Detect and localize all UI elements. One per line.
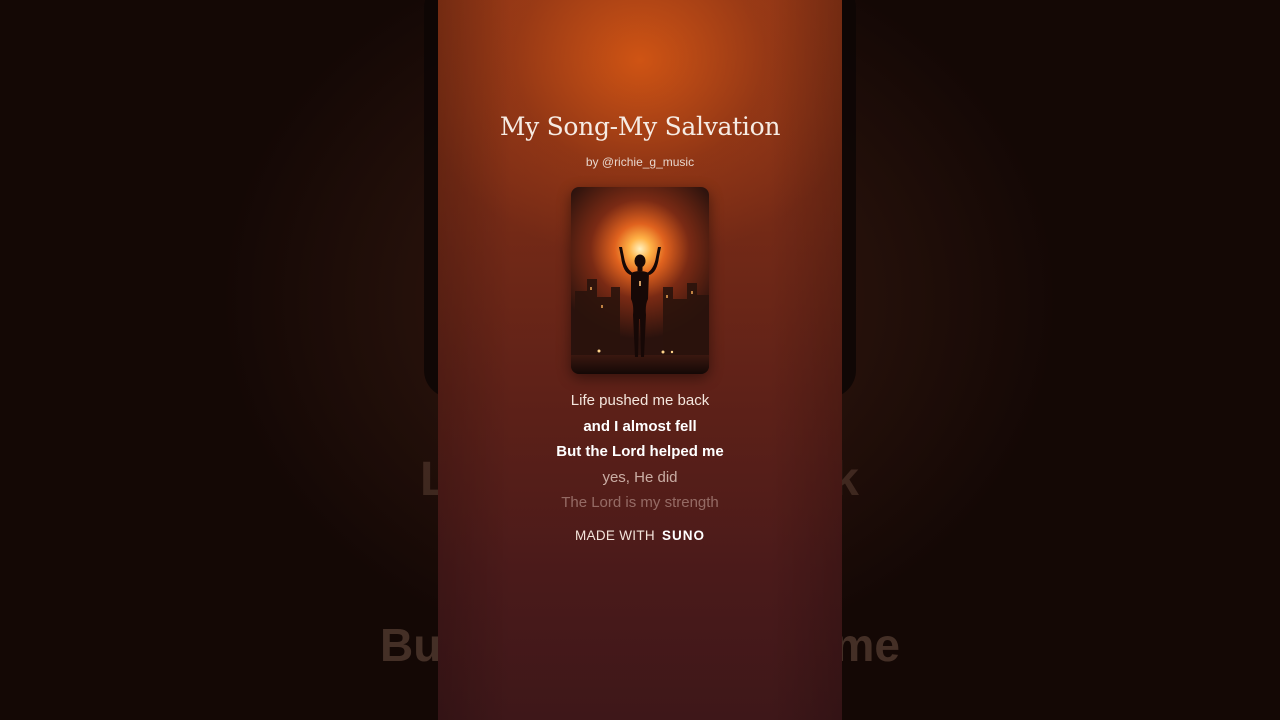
lyric-line-upcoming: The Lord is my strength	[561, 494, 719, 512]
lyric-line-active: and I almost fell	[583, 417, 697, 435]
backdrop-lyric-2-right: me	[833, 619, 900, 671]
silhouette-raised-hands-sunset-icon	[571, 187, 709, 374]
lyric-line-active: But the Lord helped me	[556, 443, 724, 461]
backdrop-lyric-2-left: Bu	[380, 619, 442, 671]
song-title: My Song-My Salvation	[499, 112, 781, 141]
cover-art[interactable]	[571, 187, 709, 374]
made-with-suno-badge[interactable]: MADE WITH SUNO	[438, 528, 842, 543]
suno-brand: SUNO	[662, 528, 706, 543]
video-panel[interactable]: My Song-My Salvation by @richie_g_music	[438, 0, 842, 720]
lyric-line: Life pushed me back	[570, 392, 710, 409]
made-with-label: MADE WITH	[574, 528, 655, 543]
lyric-line: yes, He did	[602, 468, 678, 486]
artist-handle[interactable]: by @richie_g_music	[438, 155, 842, 169]
lyrics-panel: Life pushed me back and I almost fell Bu…	[438, 388, 842, 516]
